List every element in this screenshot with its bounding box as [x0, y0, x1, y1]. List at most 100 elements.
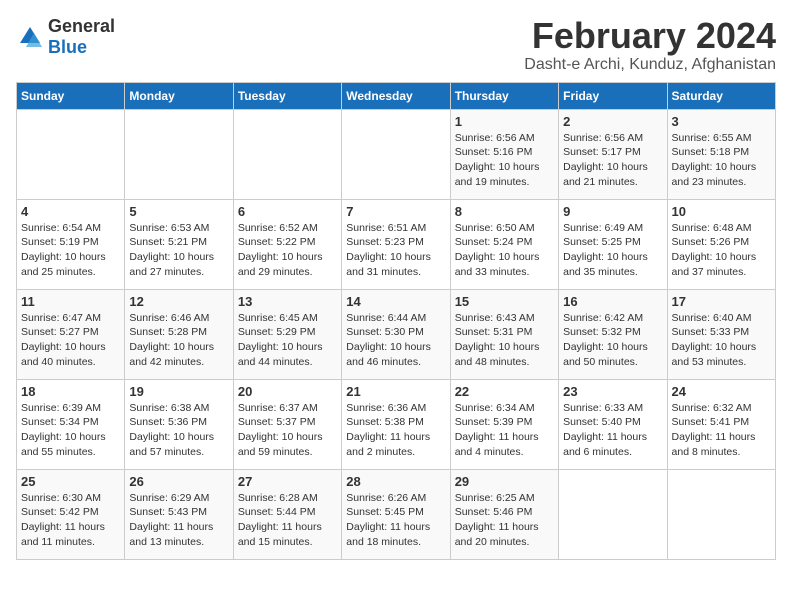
- calendar-day-cell: 21Sunrise: 6:36 AMSunset: 5:38 PMDayligh…: [342, 379, 450, 469]
- calendar-day-cell: 20 Sunrise: 6:37 AMSunset: 5:37 PMDayligh…: [233, 379, 341, 469]
- day-number: 3: [672, 114, 771, 129]
- weekday-header-cell: Saturday: [667, 82, 775, 109]
- calendar-day-cell: 26Sunrise: 6:29 AMSunset: 5:43 PMDayligh…: [125, 469, 233, 559]
- weekday-header-cell: Thursday: [450, 82, 558, 109]
- weekday-header-cell: Sunday: [17, 82, 125, 109]
- day-number: 26: [129, 474, 228, 489]
- day-info: Sunrise: 6:56 AMSunset: 5:17 PMDaylight:…: [563, 131, 662, 190]
- calendar-day-cell: 9Sunrise: 6:49 AMSunset: 5:25 PMDaylight…: [559, 199, 667, 289]
- day-info: Sunrise: 6:55 AMSunset: 5:18 PMDaylight:…: [672, 131, 771, 190]
- calendar-day-cell: 5Sunrise: 6:53 AMSunset: 5:21 PMDaylight…: [125, 199, 233, 289]
- day-info: Sunrise: 6:53 AMSunset: 5:21 PMDaylight:…: [129, 221, 228, 280]
- calendar-day-cell: 4 Sunrise: 6:54 AMSunset: 5:19 PMDaylight…: [17, 199, 125, 289]
- day-number: 24: [672, 384, 771, 399]
- calendar-day-cell: 12 Sunrise: 6:46 AMSunset: 5:28 PMDayligh…: [125, 289, 233, 379]
- logo-icon: [16, 23, 44, 51]
- calendar-day-cell: 10Sunrise: 6:48 AMSunset: 5:26 PMDayligh…: [667, 199, 775, 289]
- day-number: 16: [563, 294, 662, 309]
- day-info: Sunrise: 6:33 AMSunset: 5:40 PMDaylight:…: [563, 401, 662, 460]
- weekday-header-cell: Friday: [559, 82, 667, 109]
- day-info: Sunrise: 6:43 AMSunset: 5:31 PMDaylight:…: [455, 311, 554, 370]
- calendar-day-cell: 8 Sunrise: 6:50 AMSunset: 5:24 PMDaylight…: [450, 199, 558, 289]
- calendar-day-cell: [17, 109, 125, 199]
- day-number: 13: [238, 294, 337, 309]
- calendar-day-cell: 17 Sunrise: 6:40 AMSunset: 5:33 PMDayligh…: [667, 289, 775, 379]
- calendar-day-cell: 16 Sunrise: 6:42 AMSunset: 5:32 PMDayligh…: [559, 289, 667, 379]
- logo: General Blue: [16, 16, 115, 58]
- title-block: February 2024 Dasht-e Archi, Kunduz, Afg…: [524, 16, 776, 74]
- calendar-day-cell: 13 Sunrise: 6:45 AMSunset: 5:29 PMDayligh…: [233, 289, 341, 379]
- day-number: 11: [21, 294, 120, 309]
- calendar-day-cell: [667, 469, 775, 559]
- day-info: Sunrise: 6:34 AMSunset: 5:39 PMDaylight:…: [455, 401, 554, 460]
- calendar-day-cell: 27 Sunrise: 6:28 AMSunset: 5:44 PMDayligh…: [233, 469, 341, 559]
- day-info: Sunrise: 6:37 AMSunset: 5:37 PMDaylight:…: [238, 401, 337, 460]
- page-header: General Blue February 2024 Dasht-e Archi…: [16, 16, 776, 74]
- day-info: Sunrise: 6:46 AMSunset: 5:28 PMDaylight:…: [129, 311, 228, 370]
- day-number: 6: [238, 204, 337, 219]
- calendar-day-cell: 22 Sunrise: 6:34 AMSunset: 5:39 PMDayligh…: [450, 379, 558, 469]
- day-number: 18: [21, 384, 120, 399]
- calendar-table: SundayMondayTuesdayWednesdayThursdayFrid…: [16, 82, 776, 560]
- calendar-day-cell: [233, 109, 341, 199]
- day-number: 15: [455, 294, 554, 309]
- day-info: Sunrise: 6:26 AMSunset: 5:45 PMDaylight:…: [346, 491, 445, 550]
- day-number: 12: [129, 294, 228, 309]
- day-info: Sunrise: 6:54 AMSunset: 5:19 PMDaylight:…: [21, 221, 120, 280]
- sub-title: Dasht-e Archi, Kunduz, Afghanistan: [524, 56, 776, 74]
- day-info: Sunrise: 6:25 AMSunset: 5:46 PMDaylight:…: [455, 491, 554, 550]
- day-info: Sunrise: 6:56 AMSunset: 5:16 PMDaylight:…: [455, 131, 554, 190]
- day-number: 4: [21, 204, 120, 219]
- day-info: Sunrise: 6:28 AMSunset: 5:44 PMDaylight:…: [238, 491, 337, 550]
- day-info: Sunrise: 6:40 AMSunset: 5:33 PMDaylight:…: [672, 311, 771, 370]
- calendar-day-cell: 11 Sunrise: 6:47 AMSunset: 5:27 PMDayligh…: [17, 289, 125, 379]
- calendar-day-cell: 1 Sunrise: 6:56 AMSunset: 5:16 PMDaylight…: [450, 109, 558, 199]
- calendar-day-cell: 23Sunrise: 6:33 AMSunset: 5:40 PMDayligh…: [559, 379, 667, 469]
- weekday-header-cell: Tuesday: [233, 82, 341, 109]
- logo-general-text: General: [48, 16, 115, 36]
- day-info: Sunrise: 6:39 AMSunset: 5:34 PMDaylight:…: [21, 401, 120, 460]
- day-info: Sunrise: 6:52 AMSunset: 5:22 PMDaylight:…: [238, 221, 337, 280]
- day-info: Sunrise: 6:44 AMSunset: 5:30 PMDaylight:…: [346, 311, 445, 370]
- calendar-day-cell: 19 Sunrise: 6:38 AMSunset: 5:36 PMDayligh…: [125, 379, 233, 469]
- day-number: 8: [455, 204, 554, 219]
- calendar-week-row: 18 Sunrise: 6:39 AMSunset: 5:34 PMDayligh…: [17, 379, 776, 469]
- day-number: 1: [455, 114, 554, 129]
- day-number: 25: [21, 474, 120, 489]
- weekday-header-cell: Wednesday: [342, 82, 450, 109]
- calendar-week-row: 25 Sunrise: 6:30 AMSunset: 5:42 PMDayligh…: [17, 469, 776, 559]
- calendar-day-cell: 15 Sunrise: 6:43 AMSunset: 5:31 PMDayligh…: [450, 289, 558, 379]
- day-number: 21: [346, 384, 445, 399]
- calendar-week-row: 11 Sunrise: 6:47 AMSunset: 5:27 PMDayligh…: [17, 289, 776, 379]
- day-info: Sunrise: 6:42 AMSunset: 5:32 PMDaylight:…: [563, 311, 662, 370]
- calendar-day-cell: 29Sunrise: 6:25 AMSunset: 5:46 PMDayligh…: [450, 469, 558, 559]
- day-number: 7: [346, 204, 445, 219]
- day-number: 17: [672, 294, 771, 309]
- calendar-day-cell: 7Sunrise: 6:51 AMSunset: 5:23 PMDaylight…: [342, 199, 450, 289]
- day-info: Sunrise: 6:47 AMSunset: 5:27 PMDaylight:…: [21, 311, 120, 370]
- calendar-day-cell: 24 Sunrise: 6:32 AMSunset: 5:41 PMDayligh…: [667, 379, 775, 469]
- day-info: Sunrise: 6:50 AMSunset: 5:24 PMDaylight:…: [455, 221, 554, 280]
- day-number: 14: [346, 294, 445, 309]
- calendar-week-row: 4 Sunrise: 6:54 AMSunset: 5:19 PMDaylight…: [17, 199, 776, 289]
- calendar-day-cell: 18 Sunrise: 6:39 AMSunset: 5:34 PMDayligh…: [17, 379, 125, 469]
- calendar-week-row: 1 Sunrise: 6:56 AMSunset: 5:16 PMDaylight…: [17, 109, 776, 199]
- day-info: Sunrise: 6:38 AMSunset: 5:36 PMDaylight:…: [129, 401, 228, 460]
- calendar-day-cell: 6 Sunrise: 6:52 AMSunset: 5:22 PMDaylight…: [233, 199, 341, 289]
- day-number: 22: [455, 384, 554, 399]
- day-info: Sunrise: 6:45 AMSunset: 5:29 PMDaylight:…: [238, 311, 337, 370]
- calendar-day-cell: [559, 469, 667, 559]
- day-number: 9: [563, 204, 662, 219]
- day-info: Sunrise: 6:30 AMSunset: 5:42 PMDaylight:…: [21, 491, 120, 550]
- calendar-header-row: SundayMondayTuesdayWednesdayThursdayFrid…: [17, 82, 776, 109]
- day-number: 27: [238, 474, 337, 489]
- main-title: February 2024: [524, 16, 776, 56]
- calendar-day-cell: 2 Sunrise: 6:56 AMSunset: 5:17 PMDaylight…: [559, 109, 667, 199]
- day-number: 20: [238, 384, 337, 399]
- day-info: Sunrise: 6:32 AMSunset: 5:41 PMDaylight:…: [672, 401, 771, 460]
- day-number: 19: [129, 384, 228, 399]
- day-number: 2: [563, 114, 662, 129]
- calendar-day-cell: 28Sunrise: 6:26 AMSunset: 5:45 PMDayligh…: [342, 469, 450, 559]
- calendar-body: 1 Sunrise: 6:56 AMSunset: 5:16 PMDaylight…: [17, 109, 776, 559]
- logo-blue-text: Blue: [48, 37, 87, 57]
